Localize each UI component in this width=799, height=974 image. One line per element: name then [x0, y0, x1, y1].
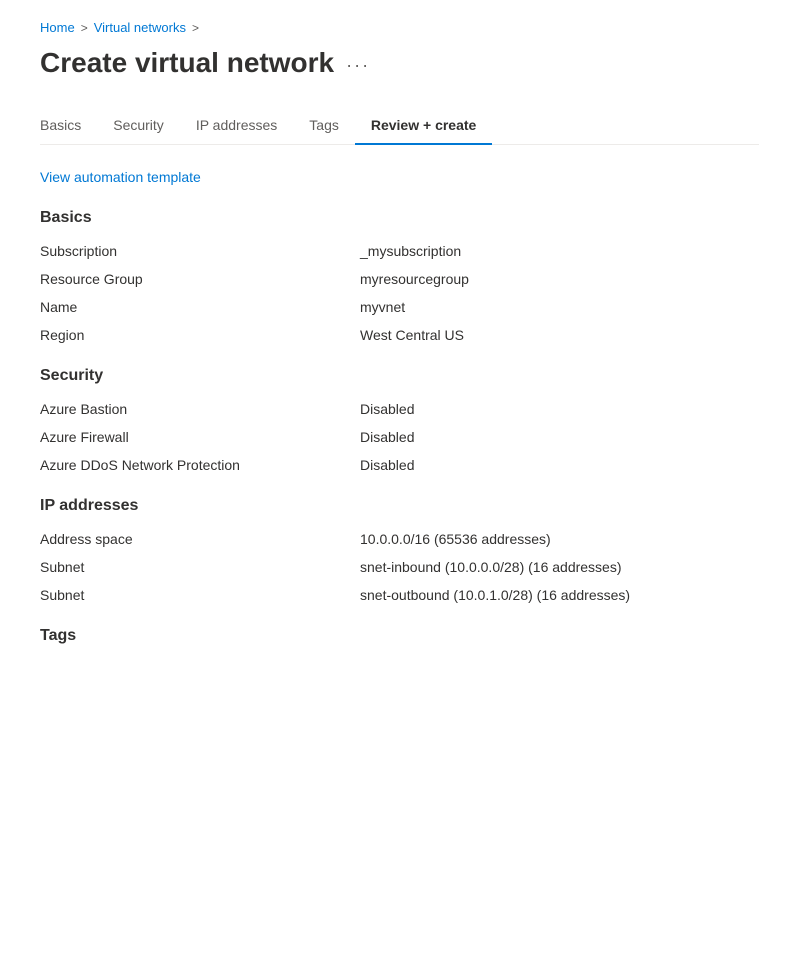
field-value-subnet-outbound: snet-outbound (10.0.1.0/28) (16 addresse… [360, 587, 630, 603]
basics-section-title: Basics [40, 209, 759, 227]
breadcrumb-virtual-networks[interactable]: Virtual networks [94, 20, 186, 35]
field-value-azure-firewall: Disabled [360, 429, 414, 445]
field-label-azure-firewall: Azure Firewall [40, 429, 360, 445]
more-options-button[interactable]: ··· [346, 55, 370, 76]
security-section: Security Azure Bastion Disabled Azure Fi… [40, 367, 759, 473]
tab-basics[interactable]: Basics [40, 107, 97, 145]
field-azure-firewall: Azure Firewall Disabled [40, 429, 759, 445]
field-value-region: West Central US [360, 327, 464, 343]
tab-tags[interactable]: Tags [293, 107, 355, 145]
field-azure-bastion: Azure Bastion Disabled [40, 401, 759, 417]
field-label-name: Name [40, 299, 360, 315]
field-subnet-outbound: Subnet snet-outbound (10.0.1.0/28) (16 a… [40, 587, 759, 603]
field-label-subscription: Subscription [40, 243, 360, 259]
tab-review-create[interactable]: Review + create [355, 107, 492, 145]
field-resource-group: Resource Group myresourcegroup [40, 271, 759, 287]
field-label-azure-bastion: Azure Bastion [40, 401, 360, 417]
tab-security[interactable]: Security [97, 107, 180, 145]
basics-section: Basics Subscription _mysubscription Reso… [40, 209, 759, 343]
field-azure-ddos: Azure DDoS Network Protection Disabled [40, 457, 759, 473]
page-container: Home > Virtual networks > Create virtual… [0, 0, 799, 709]
tab-ip-addresses[interactable]: IP addresses [180, 107, 293, 145]
tags-section-title: Tags [40, 627, 759, 645]
tabs-container: Basics Security IP addresses Tags Review… [40, 107, 759, 145]
field-subscription: Subscription _mysubscription [40, 243, 759, 259]
field-value-address-space: 10.0.0.0/16 (65536 addresses) [360, 531, 551, 547]
field-value-azure-ddos: Disabled [360, 457, 414, 473]
breadcrumb-sep-2: > [192, 21, 199, 35]
field-label-subnet-outbound: Subnet [40, 587, 360, 603]
field-value-subnet-inbound: snet-inbound (10.0.0.0/28) (16 addresses… [360, 559, 622, 575]
tags-section: Tags [40, 627, 759, 645]
field-label-address-space: Address space [40, 531, 360, 547]
field-name: Name myvnet [40, 299, 759, 315]
field-value-azure-bastion: Disabled [360, 401, 414, 417]
field-address-space: Address space 10.0.0.0/16 (65536 address… [40, 531, 759, 547]
breadcrumb-home[interactable]: Home [40, 20, 75, 35]
page-header: Create virtual network ··· [40, 47, 759, 79]
field-label-region: Region [40, 327, 360, 343]
field-value-resource-group: myresourcegroup [360, 271, 469, 287]
breadcrumb-sep-1: > [81, 21, 88, 35]
field-subnet-inbound: Subnet snet-inbound (10.0.0.0/28) (16 ad… [40, 559, 759, 575]
security-section-title: Security [40, 367, 759, 385]
breadcrumb: Home > Virtual networks > [40, 20, 759, 35]
field-value-subscription: _mysubscription [360, 243, 461, 259]
field-region: Region West Central US [40, 327, 759, 343]
field-label-azure-ddos: Azure DDoS Network Protection [40, 457, 360, 473]
field-label-subnet-inbound: Subnet [40, 559, 360, 575]
ip-addresses-section: IP addresses Address space 10.0.0.0/16 (… [40, 497, 759, 603]
page-title: Create virtual network [40, 47, 334, 79]
field-value-name: myvnet [360, 299, 405, 315]
automation-template-link[interactable]: View automation template [40, 169, 201, 185]
field-label-resource-group: Resource Group [40, 271, 360, 287]
ip-addresses-section-title: IP addresses [40, 497, 759, 515]
